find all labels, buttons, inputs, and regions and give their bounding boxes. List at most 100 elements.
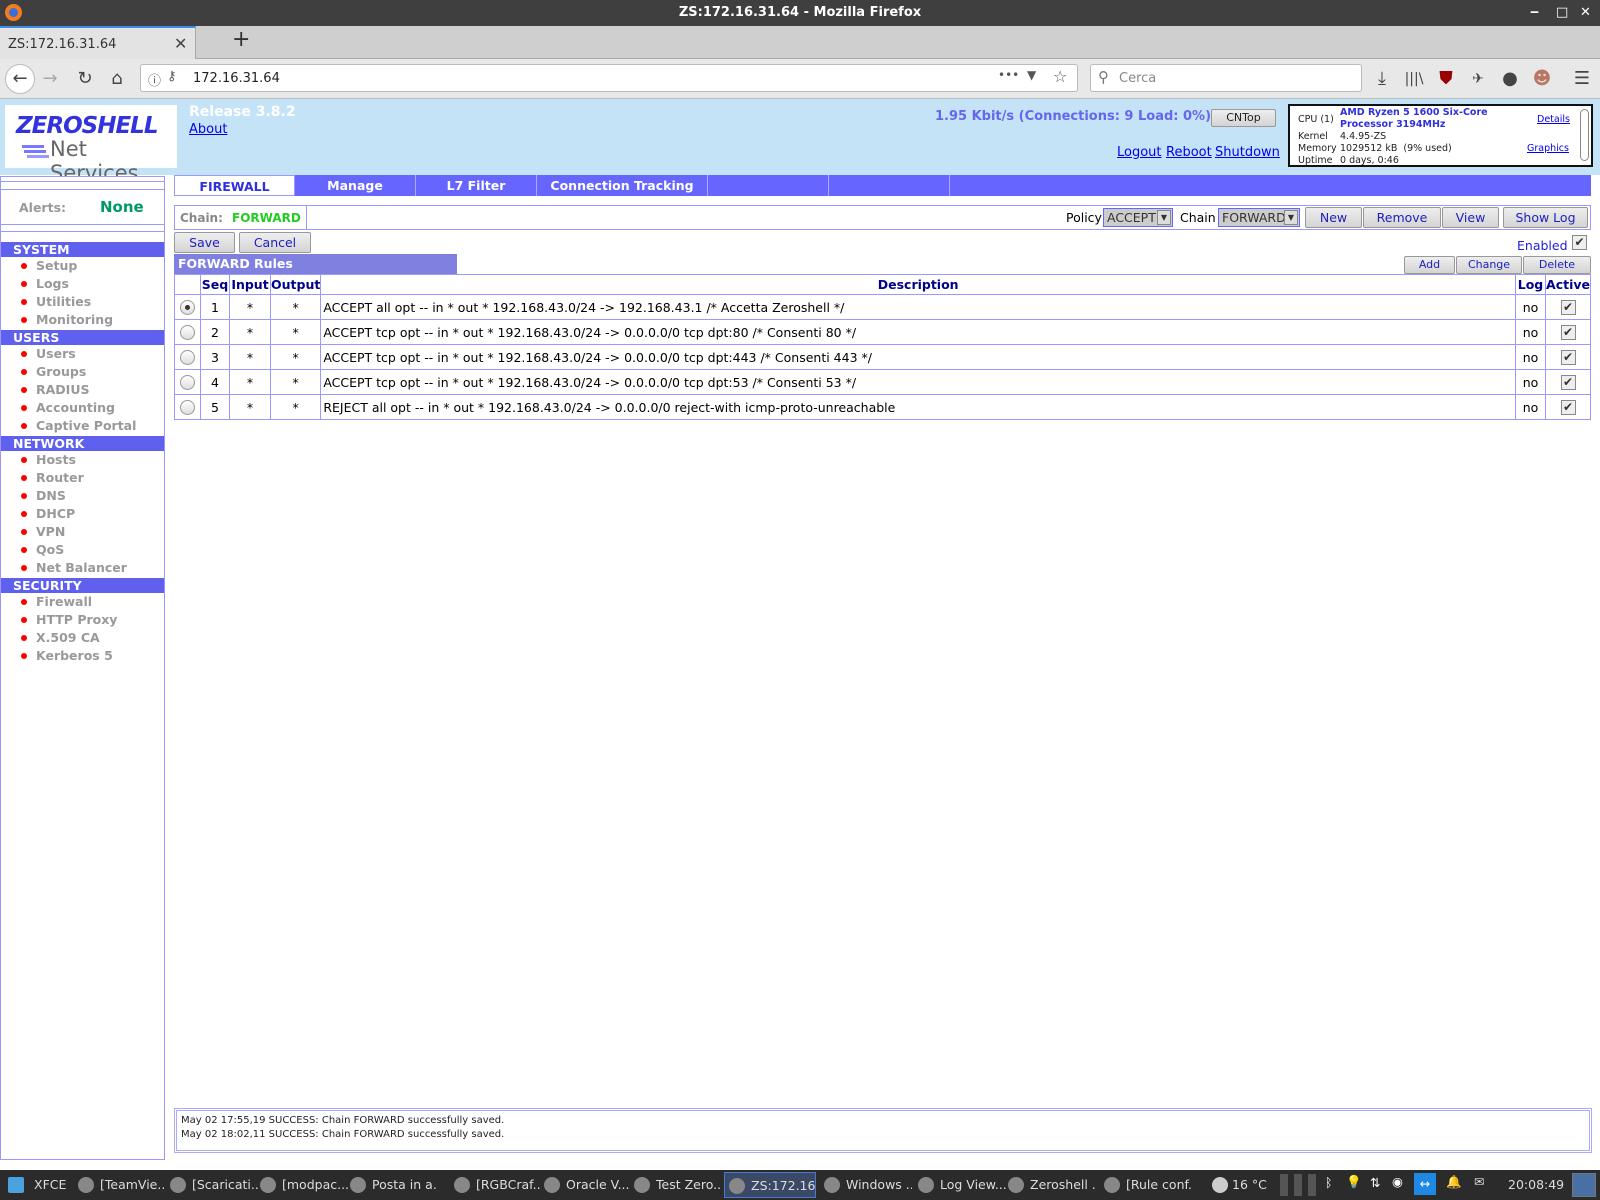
sidebar-item-http-proxy[interactable]: HTTP Proxy (1, 611, 164, 629)
steam-icon[interactable]: ◉ (1392, 1174, 1403, 1189)
taskbar-task[interactable]: Posta in a... (346, 1172, 438, 1198)
tab-l7-filter[interactable]: L7 Filter (416, 175, 537, 196)
save-button[interactable]: Save (174, 232, 235, 253)
sidebar-item-qos[interactable]: QoS (1, 541, 164, 559)
active-checkbox[interactable]: ✔ (1560, 400, 1576, 415)
close-window-button[interactable]: ✕ (1580, 0, 1591, 26)
bookmark-star-icon[interactable]: ☆ (1053, 67, 1067, 86)
table-row[interactable]: 3 * * ACCEPT tcp opt -- in * out * 192.1… (174, 344, 1591, 370)
reboot-link[interactable]: Reboot (1166, 145, 1212, 160)
back-button[interactable]: ← (5, 64, 35, 94)
change-rule-button[interactable]: Change (1456, 256, 1522, 274)
cntop-button[interactable]: CNTop (1211, 109, 1276, 127)
sidebar-item-monitoring[interactable]: Monitoring (1, 311, 164, 329)
page-actions-icon[interactable]: ••• (998, 68, 1019, 82)
ublock-icon[interactable]: ⛊ (1434, 67, 1458, 91)
greasemonkey-icon[interactable]: ☻ (1530, 67, 1554, 91)
downloads-icon[interactable]: ⤓ (1370, 67, 1394, 91)
remove-chain-button[interactable]: Remove (1363, 207, 1441, 228)
view-chain-button[interactable]: View (1442, 207, 1499, 228)
sidebar-item-x-509-ca[interactable]: X.509 CA (1, 629, 164, 647)
table-row[interactable]: 5 * * REJECT all opt -- in * out * 192.1… (174, 394, 1591, 420)
mail-icon[interactable]: ✉ (1474, 1174, 1484, 1189)
shutdown-link[interactable]: Shutdown (1215, 145, 1280, 160)
sidebar-item-utilities[interactable]: Utilities (1, 293, 164, 311)
search-input[interactable]: ⚲ Cerca (1090, 64, 1362, 92)
sidebar-item-users[interactable]: Users (1, 345, 164, 363)
sidebar-item-groups[interactable]: Groups (1, 363, 164, 381)
sidebar-item-kerberos-5[interactable]: Kerberos 5 (1, 647, 164, 665)
active-checkbox[interactable]: ✔ (1560, 350, 1576, 365)
taskbar-task[interactable]: Windows ... (820, 1172, 912, 1198)
weather-widget[interactable]: 16 °C (1208, 1172, 1268, 1198)
table-row[interactable]: 1 * * ACCEPT all opt -- in * out * 192.1… (174, 294, 1591, 320)
enabled-checkbox[interactable]: ✔ (1572, 235, 1587, 250)
network-icon[interactable]: ⇅ (1370, 1175, 1380, 1190)
active-checkbox[interactable]: ✔ (1560, 300, 1576, 315)
notification-bell-icon[interactable]: 🔔 (1446, 1174, 1462, 1190)
cancel-button[interactable]: Cancel (239, 232, 311, 253)
row-radio[interactable] (180, 375, 195, 390)
sidebar-item-vpn[interactable]: VPN (1, 523, 164, 541)
row-radio[interactable] (180, 400, 195, 415)
sidebar-item-captive-portal[interactable]: Captive Portal (1, 417, 164, 435)
taskbar-task[interactable]: [Scaricati... (166, 1172, 258, 1198)
taskbar-task[interactable]: Oracle V... (540, 1172, 632, 1198)
forward-button[interactable]: → (38, 67, 62, 91)
delete-rule-button[interactable]: Delete (1523, 256, 1591, 274)
bulb-icon[interactable]: 💡 (1346, 1174, 1362, 1190)
info-icon[interactable]: ⓘ (148, 70, 161, 89)
row-radio[interactable] (180, 325, 195, 340)
table-row[interactable]: 4 * * ACCEPT tcp opt -- in * out * 192.1… (174, 369, 1591, 395)
sidebar-item-dhcp[interactable]: DHCP (1, 505, 164, 523)
extension-icon[interactable]: ✈ (1466, 67, 1490, 91)
policy-select[interactable]: ACCEPT ▼ (1103, 208, 1173, 227)
close-tab-icon[interactable]: ✕ (174, 34, 187, 53)
url-bar[interactable]: ⓘ ⚷ 172.16.31.64 ••• ▼ ☆ (140, 64, 1078, 92)
url-text[interactable]: 172.16.31.64 (193, 71, 280, 86)
sidebar-item-accounting[interactable]: Accounting (1, 399, 164, 417)
sidebar-item-hosts[interactable]: Hosts (1, 451, 164, 469)
graphics-link[interactable]: Graphics (1527, 143, 1569, 154)
extension-balls-icon[interactable]: ● (1498, 67, 1522, 91)
browser-tab[interactable]: ZS:172.16.31.64 ✕ (0, 26, 196, 59)
taskbar-task[interactable]: [Rule conf... (1100, 1172, 1192, 1198)
details-link[interactable]: Details (1537, 114, 1570, 125)
active-checkbox[interactable]: ✔ (1560, 325, 1576, 340)
clock[interactable]: 20:08:49 (1508, 1177, 1564, 1192)
home-icon[interactable]: ⌂ (105, 67, 129, 91)
menu-icon[interactable]: ☰ (1570, 67, 1594, 91)
start-menu-button[interactable]: XFCE (4, 1172, 70, 1198)
logout-link[interactable]: Logout (1117, 145, 1162, 160)
minimize-button[interactable]: ‒ (1530, 0, 1539, 26)
teamviewer-icon[interactable]: ↔ (1414, 1173, 1436, 1195)
taskbar-task[interactable]: [TeamVie... (74, 1172, 166, 1198)
active-checkbox[interactable]: ✔ (1560, 375, 1576, 390)
sidebar-item-net-balancer[interactable]: Net Balancer (1, 559, 164, 577)
taskbar-task[interactable]: Log View... (914, 1172, 1006, 1198)
taskbar-task[interactable]: ZS:172.16... (724, 1172, 816, 1198)
add-rule-button[interactable]: Add (1404, 256, 1455, 274)
taskbar-task[interactable]: [RGBCraf... (450, 1172, 542, 1198)
pocket-icon[interactable]: ▼ (1027, 68, 1036, 82)
maximize-button[interactable]: □ (1556, 0, 1568, 26)
sidebar-item-radius[interactable]: RADIUS (1, 381, 164, 399)
taskbar-task[interactable]: [modpac... (256, 1172, 348, 1198)
sidebar-item-setup[interactable]: Setup (1, 257, 164, 275)
row-radio[interactable] (180, 300, 195, 315)
alerts-value[interactable]: None (100, 198, 144, 216)
tab-firewall[interactable]: FIREWALL (174, 175, 295, 196)
show-log-button[interactable]: Show Log (1503, 207, 1588, 228)
chain-select[interactable]: FORWARD ▼ (1218, 208, 1300, 227)
bluetooth-icon[interactable]: ᛒ (1325, 1175, 1333, 1190)
about-link[interactable]: About (189, 122, 227, 137)
taskbar-task[interactable]: Test Zero... (630, 1172, 722, 1198)
library-icon[interactable]: |||\ (1402, 67, 1426, 91)
tab-connection-tracking[interactable]: Connection Tracking (537, 175, 708, 196)
sidebar-item-dns[interactable]: DNS (1, 487, 164, 505)
sidebar-item-logs[interactable]: Logs (1, 275, 164, 293)
new-tab-button[interactable]: + (232, 27, 250, 52)
sidebar-item-firewall[interactable]: Firewall (1, 593, 164, 611)
show-desktop-button[interactable] (1572, 1173, 1596, 1197)
row-radio[interactable] (180, 350, 195, 365)
